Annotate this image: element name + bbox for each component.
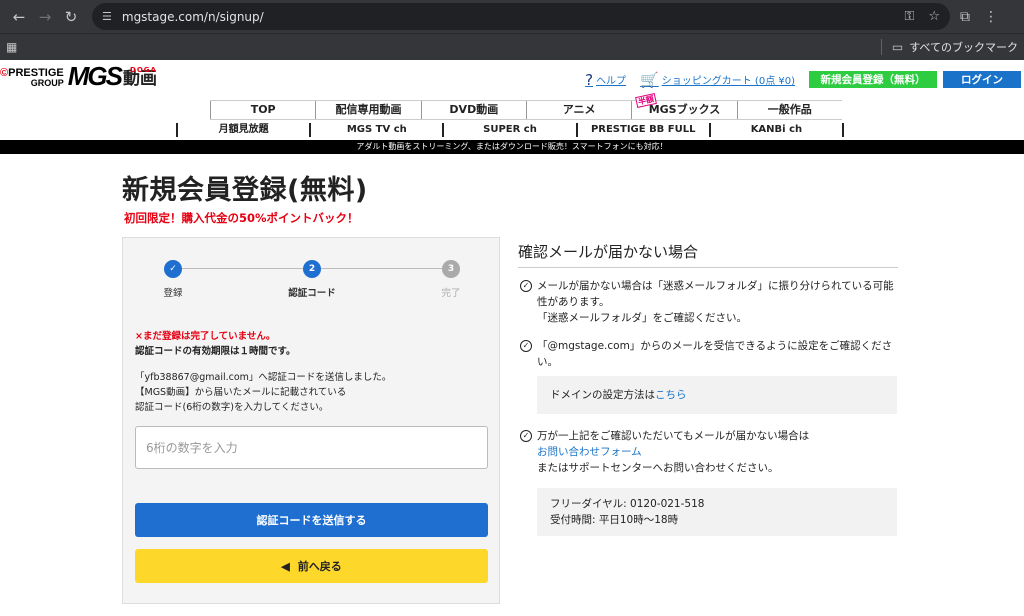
site-logo[interactable]: ©PRESTIGE GROUP MGS DOGA 動画: [0, 61, 157, 91]
help-link[interactable]: ? ヘルプ: [585, 71, 626, 89]
subnav-mgs-tv[interactable]: MGS TV ch: [309, 123, 442, 137]
domain-setting-link[interactable]: こちら: [655, 389, 687, 401]
bookmarks-separator: [880, 39, 882, 55]
code-sent-message: 「yfb38867@gmail.com」へ認証コードを送信しました。 【MGS動…: [135, 372, 392, 413]
douga-logo: DOGA 動画: [122, 66, 157, 89]
step-complete: 3 完了: [416, 260, 486, 299]
all-bookmarks-label[interactable]: すべてのブックマーク: [909, 39, 1018, 55]
bookmark-star-icon[interactable]: ☆: [928, 9, 940, 24]
subnav-kanbi[interactable]: KANBi ch: [708, 123, 845, 137]
progress-steps: ✓ 登録 2 認証コード 3 完了: [123, 260, 501, 304]
step-label: 完了: [441, 288, 461, 299]
menu-dots-icon[interactable]: ⋮: [984, 9, 998, 25]
expiry-notice: 認証コードの有効期限は１時間です。: [135, 346, 296, 357]
verification-code-input[interactable]: [135, 426, 488, 469]
back-arrow-icon[interactable]: ←: [6, 4, 32, 30]
nav-general[interactable]: 一般作品: [736, 101, 842, 119]
prestige-logo: ©PRESTIGE GROUP: [0, 67, 64, 89]
reload-icon[interactable]: ↻: [58, 4, 84, 30]
browser-toolbar: ← → ↻ ☰ mgstage.com/n/signup/ ⚿ ☆ ⧉ ⋮: [0, 0, 1024, 33]
subnav-super[interactable]: SUPER ch: [442, 123, 575, 137]
step-code: 2 認証コード: [277, 260, 347, 299]
help-question-icon: ?: [585, 70, 594, 89]
check-circle-icon: ✓: [520, 340, 532, 352]
check-circle-icon: ✓: [520, 280, 532, 292]
bookmarks-bar: ▦ ▭ すべてのブックマーク: [0, 33, 1024, 60]
help-title: 確認メールが届かない場合: [518, 241, 898, 268]
help-item-contact: ✓ 万が一上記をご確認いただいてもメールが届かない場合は お問い合わせフォーム …: [520, 428, 900, 476]
promo-text: 初回限定！購入代金の50%ポイントバック！: [124, 211, 359, 225]
step-label: 認証コード: [288, 288, 336, 299]
left-arrow-icon: ◀: [281, 560, 290, 573]
freedial-text: フリーダイヤル: 0120-021-518: [550, 498, 705, 510]
support-box: フリーダイヤル: 0120-021-518 受付時間: 平日10時〜18時: [537, 488, 897, 536]
step-number: 3: [442, 260, 460, 278]
subnav-prestige-bb[interactable]: PRESTIGE BB FULL: [575, 123, 709, 137]
help-item-domain: ✓ 「@mgstage.com」からのメールを受信できるように設定をご確認くださ…: [520, 338, 900, 370]
signup-content: 新規会員登録(無料) 初回限定！購入代金の50%ポイントバック！ ✓ 登録 2 …: [0, 154, 1024, 604]
hours-text: 受付時間: 平日10時〜18時: [550, 514, 679, 526]
header-links: ? ヘルプ 🛒 ショッピングカート (0点 ¥0) 新規会員登録（無料） ログイン: [585, 71, 1024, 89]
send-code-button[interactable]: 認証コードを送信する: [135, 503, 488, 537]
subnav-monthly[interactable]: 月額見放題: [176, 123, 309, 137]
key-icon[interactable]: ⚿: [904, 9, 914, 24]
main-nav: TOP 配信専用動画 DVD動画 アニメ 半額 MGSブックス 一般作品: [210, 93, 842, 120]
step-label: 登録: [163, 288, 183, 299]
verification-card: ✓ 登録 2 認証コード 3 完了 ×まだ登録は完了していません。 認証コードの…: [122, 237, 500, 604]
contact-form-link[interactable]: お問い合わせフォーム: [537, 446, 642, 458]
nav-books[interactable]: 半額 MGSブックス: [631, 93, 736, 119]
help-item-spam: ✓ メールが届かない場合は「迷惑メールフォルダ」に振り分けられている可能 性があ…: [520, 278, 900, 326]
folder-icon: ▭: [891, 40, 904, 54]
check-circle-icon: ✓: [520, 430, 532, 442]
sub-nav: 月額見放題 MGS TV ch SUPER ch PRESTIGE BB FUL…: [176, 123, 845, 137]
step-number: 2: [303, 260, 321, 278]
page-title: 新規会員登録(無料): [122, 175, 368, 206]
site-info-icon[interactable]: ☰: [102, 10, 112, 23]
nav-top[interactable]: TOP: [210, 101, 315, 119]
apps-grid-icon[interactable]: ▦: [6, 40, 22, 54]
mgs-logo: MGS: [67, 61, 123, 91]
cart-link[interactable]: 🛒 ショッピングカート (0点 ¥0): [640, 71, 795, 89]
check-icon: ✓: [164, 260, 182, 278]
nav-streaming[interactable]: 配信専用動画: [315, 101, 420, 119]
address-bar[interactable]: ☰ mgstage.com/n/signup/ ⚿ ☆: [92, 3, 950, 30]
site-header: ©PRESTIGE GROUP MGS DOGA 動画 ? ヘルプ 🛒 ショッピングカ…: [0, 60, 1024, 140]
login-button[interactable]: ログイン: [943, 71, 1021, 88]
extensions-icon[interactable]: ⧉: [960, 9, 970, 25]
url-text[interactable]: mgstage.com/n/signup/: [122, 10, 891, 24]
step-register: ✓ 登録: [138, 260, 208, 299]
back-button[interactable]: ◀ 前へ戻る: [135, 549, 488, 583]
signup-button[interactable]: 新規会員登録（無料）: [809, 71, 937, 88]
nav-anime[interactable]: アニメ: [525, 101, 631, 119]
forward-arrow-icon[interactable]: →: [32, 4, 58, 30]
cart-icon: 🛒: [640, 70, 659, 89]
notice-bar: アダルト動画をストリーミング、またはダウンロード販売！スマートフォンにも対応！: [0, 140, 1024, 154]
incomplete-warning: ×まだ登録は完了していません。: [135, 331, 276, 342]
domain-setting-box: ドメインの設定方法はこちら: [537, 376, 897, 414]
nav-dvd[interactable]: DVD動画: [420, 101, 526, 119]
